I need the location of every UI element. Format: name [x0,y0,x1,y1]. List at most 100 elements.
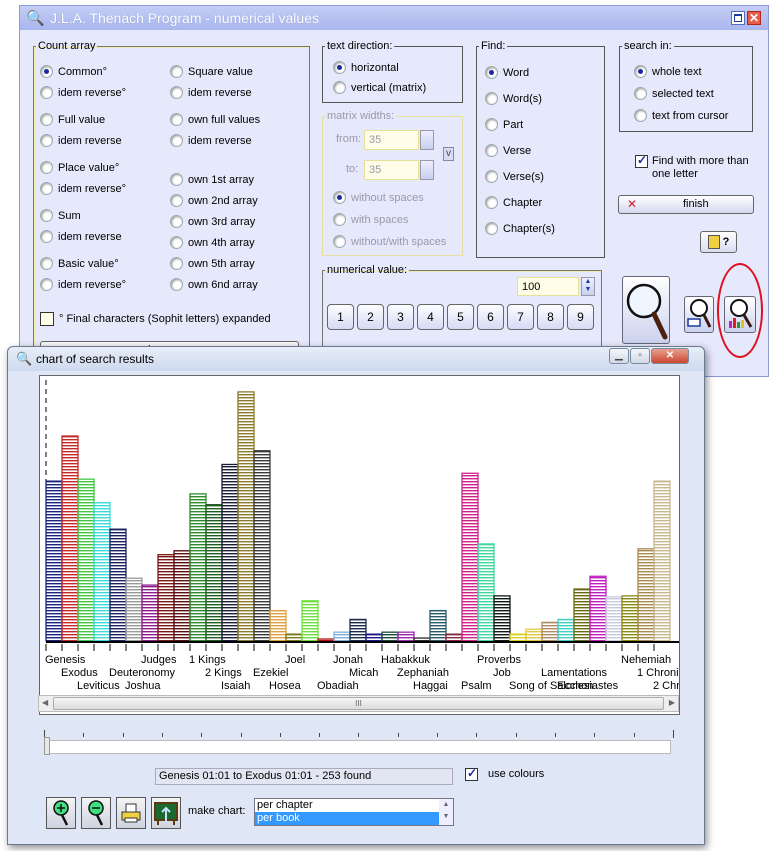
search-in-radio[interactable]: text from cursor [634,109,728,122]
count-array-radio[interactable]: idem reverse° [40,86,126,99]
bar-deuteronomy[interactable] [109,528,127,642]
bar-2-kings[interactable] [205,504,223,642]
radio-circle[interactable] [634,65,647,78]
find-radio[interactable]: Word [485,66,529,79]
bar-1-kings[interactable] [189,493,207,642]
bar-ecclesiastes[interactable] [557,618,575,642]
radio-circle[interactable] [170,257,183,270]
bar-2-chronicles[interactable] [653,480,671,642]
final-characters-box[interactable] [40,312,54,326]
bar-joshua[interactable] [125,577,143,642]
print-button[interactable] [116,797,146,829]
count-array-radio[interactable]: idem reverse° [40,182,126,195]
use-colours-box[interactable] [465,766,478,781]
zoom-out-button[interactable] [81,797,111,829]
keypad-button[interactable]: 5 [447,304,474,330]
count-array-radio[interactable]: idem reverse [170,86,252,99]
bar-joel[interactable] [285,633,303,642]
count-array-radio[interactable]: idem reverse [170,134,252,147]
find-radio[interactable]: Part [485,118,523,131]
search-in-radio[interactable]: whole text [634,65,702,78]
chart-close-button[interactable]: ✕ [651,348,689,364]
bar-haggai[interactable] [413,637,431,642]
bar-jonah[interactable] [333,631,351,642]
count-array-radio[interactable]: Square value [170,65,253,78]
use-colours-checkbox[interactable]: use colours [465,766,544,781]
more-than-one-letter-checkbox[interactable]: Find with more than one letter [635,153,765,181]
numerical-value-spinner[interactable]: ▲ ▼ [581,277,595,296]
keypad-button[interactable]: 9 [567,304,594,330]
matrix-space-radio[interactable]: without/with spaces [333,235,446,248]
search-button[interactable] [622,276,670,344]
range-slider-thumb[interactable] [44,737,50,755]
text-direction-radio[interactable]: horizontal [333,61,399,74]
bar-judges[interactable] [141,584,159,642]
radio-circle[interactable] [170,215,183,228]
keypad-button[interactable]: 3 [387,304,414,330]
count-array-radio[interactable]: Full value [40,113,105,126]
matrix-space-radio[interactable]: with spaces [333,213,408,226]
from-input[interactable]: 35 [364,130,419,150]
radio-circle[interactable] [333,81,346,94]
radio-circle[interactable] [40,257,53,270]
bar-micah[interactable] [349,618,367,642]
maximize-button[interactable] [731,11,745,25]
bar-obadiah[interactable] [317,638,335,642]
from-spinner[interactable] [420,130,434,150]
zoom-in-button[interactable] [46,797,76,829]
bar-ezekiel[interactable] [253,450,271,642]
bar-ezra[interactable] [605,596,623,642]
bar-amos[interactable] [301,600,319,642]
radio-circle[interactable] [170,134,183,147]
link-widths-button[interactable]: v [443,147,454,161]
radio-circle[interactable] [40,278,53,291]
to-spinner[interactable] [420,160,434,180]
search-list-button[interactable] [684,296,714,333]
bar-malachi[interactable] [445,633,463,642]
bar-zephaniah[interactable] [397,631,415,642]
make-chart-option[interactable]: per chapter [255,799,439,812]
count-array-radio[interactable]: idem reverse° [40,278,126,291]
radio-circle[interactable] [170,194,183,207]
bar-proverbs[interactable] [477,543,495,642]
bar-exodus[interactable] [61,435,79,642]
radio-circle[interactable] [40,209,53,222]
search-in-radio[interactable]: selected text [634,87,714,100]
bar-daniel[interactable] [589,575,607,642]
radio-circle[interactable] [333,213,346,226]
radio-circle[interactable] [333,235,346,248]
make-chart-option[interactable]: per book [255,812,439,825]
bar-numbers[interactable] [93,502,111,642]
radio-circle[interactable] [170,236,183,249]
radio-circle[interactable] [170,173,183,186]
radio-circle[interactable] [170,278,183,291]
export-chart-button[interactable] [151,797,181,829]
close-button[interactable]: ✕ [747,11,761,25]
text-direction-radio[interactable]: vertical (matrix) [333,81,426,94]
radio-circle[interactable] [333,191,346,204]
radio-circle[interactable] [333,61,346,74]
bar-1-chronicles[interactable] [637,548,655,642]
bar-psalm[interactable] [461,472,479,642]
matrix-space-radio[interactable]: without spaces [333,191,424,204]
radio-circle[interactable] [170,65,183,78]
radio-circle[interactable] [170,113,183,126]
radio-circle[interactable] [634,109,647,122]
count-array-radio[interactable]: own 5th array [170,257,255,270]
radio-circle[interactable] [485,222,498,235]
radio-circle[interactable] [40,86,53,99]
bar-isaiah[interactable] [221,463,239,642]
chart-scrollbar[interactable]: ◀ III ▶ [38,695,679,712]
radio-circle[interactable] [634,87,647,100]
keypad-button[interactable]: 7 [507,304,534,330]
count-array-radio[interactable]: Place value° [40,161,119,174]
bar-ruth[interactable] [525,628,543,642]
bar-2-samuel[interactable] [173,550,191,642]
find-radio[interactable]: Verse [485,144,531,157]
find-radio[interactable]: Word(s) [485,92,542,105]
bar-genesis[interactable] [45,480,63,642]
bar-1-samuel[interactable] [157,554,175,642]
count-array-radio[interactable]: own full values [170,113,260,126]
restore-button[interactable]: ▫ [630,348,650,364]
bar-nahum[interactable] [365,633,383,642]
